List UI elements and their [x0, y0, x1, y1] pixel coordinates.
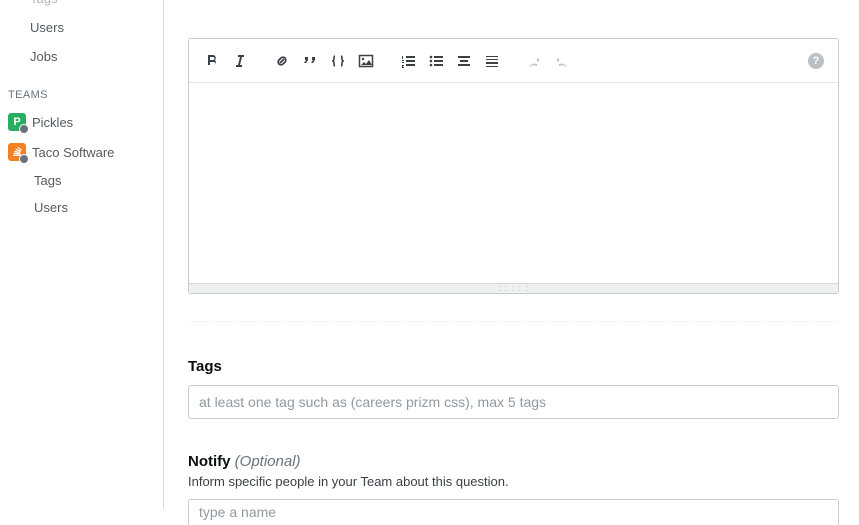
editor: ? · · · · ·· · · · · — [188, 38, 839, 294]
team-icon-pickles: P — [8, 113, 26, 131]
code-button[interactable] — [329, 52, 347, 70]
editor-help-button[interactable]: ? — [808, 53, 824, 69]
notify-label-text: Notify — [188, 453, 231, 470]
tags-section: Tags — [188, 358, 839, 419]
editor-toolbar: ? — [189, 39, 838, 83]
sidebar-team-taco[interactable]: Taco Software — [0, 137, 163, 167]
link-icon — [273, 52, 291, 70]
image-button[interactable] — [357, 52, 375, 70]
notify-description: Inform specific people in your Team abou… — [188, 474, 839, 489]
undo-icon — [525, 52, 543, 70]
bold-button[interactable] — [203, 52, 221, 70]
unordered-list-button[interactable] — [427, 52, 445, 70]
section-divider — [188, 320, 839, 324]
tags-label: Tags — [188, 358, 839, 375]
notify-section: Notify (Optional) Inform specific people… — [188, 453, 839, 525]
sidebar-team-sub-tags[interactable]: Tags — [0, 167, 163, 194]
bold-icon — [203, 52, 221, 70]
hr-button[interactable] — [483, 52, 501, 70]
notify-label: Notify (Optional) — [188, 453, 839, 470]
italic-icon — [231, 52, 249, 70]
team-name-label: Pickles — [32, 115, 73, 130]
sidebar-team-pickles[interactable]: P Pickles — [0, 107, 163, 137]
shield-icon — [19, 124, 29, 134]
redo-button[interactable] — [553, 52, 571, 70]
sidebar-item-users[interactable]: Users — [0, 13, 163, 42]
resize-dots-icon: · · · · ·· · · · · — [498, 285, 529, 293]
sidebar-item-label: Users — [34, 200, 68, 215]
editor-resize-handle[interactable]: · · · · ·· · · · · — [189, 283, 838, 293]
sidebar-item-label: Users — [30, 20, 64, 35]
team-name-label: Taco Software — [32, 145, 114, 160]
sidebar: Tags Users Jobs TEAMS P Pickles Taco Sof… — [0, 0, 164, 508]
heading-button[interactable] — [455, 52, 473, 70]
shield-icon — [19, 154, 29, 164]
image-icon — [357, 52, 375, 70]
link-button[interactable] — [273, 52, 291, 70]
sidebar-item-jobs[interactable]: Jobs — [0, 42, 163, 71]
italic-button[interactable] — [231, 52, 249, 70]
team-icon-taco — [8, 143, 26, 161]
tags-input[interactable] — [188, 385, 839, 419]
sidebar-item-tags[interactable]: Tags — [0, 0, 163, 13]
sidebar-item-label: Tags — [34, 173, 61, 188]
redo-icon — [553, 52, 571, 70]
notify-optional-text: (Optional) — [235, 453, 301, 470]
ordered-list-icon — [399, 52, 417, 70]
quote-button[interactable] — [301, 52, 319, 70]
code-icon — [329, 52, 347, 70]
quote-icon — [301, 52, 319, 70]
heading-icon — [455, 52, 473, 70]
sidebar-item-label: Tags — [30, 0, 57, 6]
undo-button[interactable] — [525, 52, 543, 70]
hr-icon — [483, 52, 501, 70]
sidebar-team-sub-users[interactable]: Users — [0, 194, 163, 221]
ordered-list-button[interactable] — [399, 52, 417, 70]
editor-textarea[interactable] — [189, 83, 838, 283]
main-content: ? · · · · ·· · · · · Tags Notify (Option… — [164, 0, 859, 508]
unordered-list-icon — [427, 52, 445, 70]
sidebar-teams-heading: TEAMS — [0, 71, 163, 107]
notify-input[interactable] — [188, 499, 839, 525]
sidebar-item-label: Jobs — [30, 49, 57, 64]
